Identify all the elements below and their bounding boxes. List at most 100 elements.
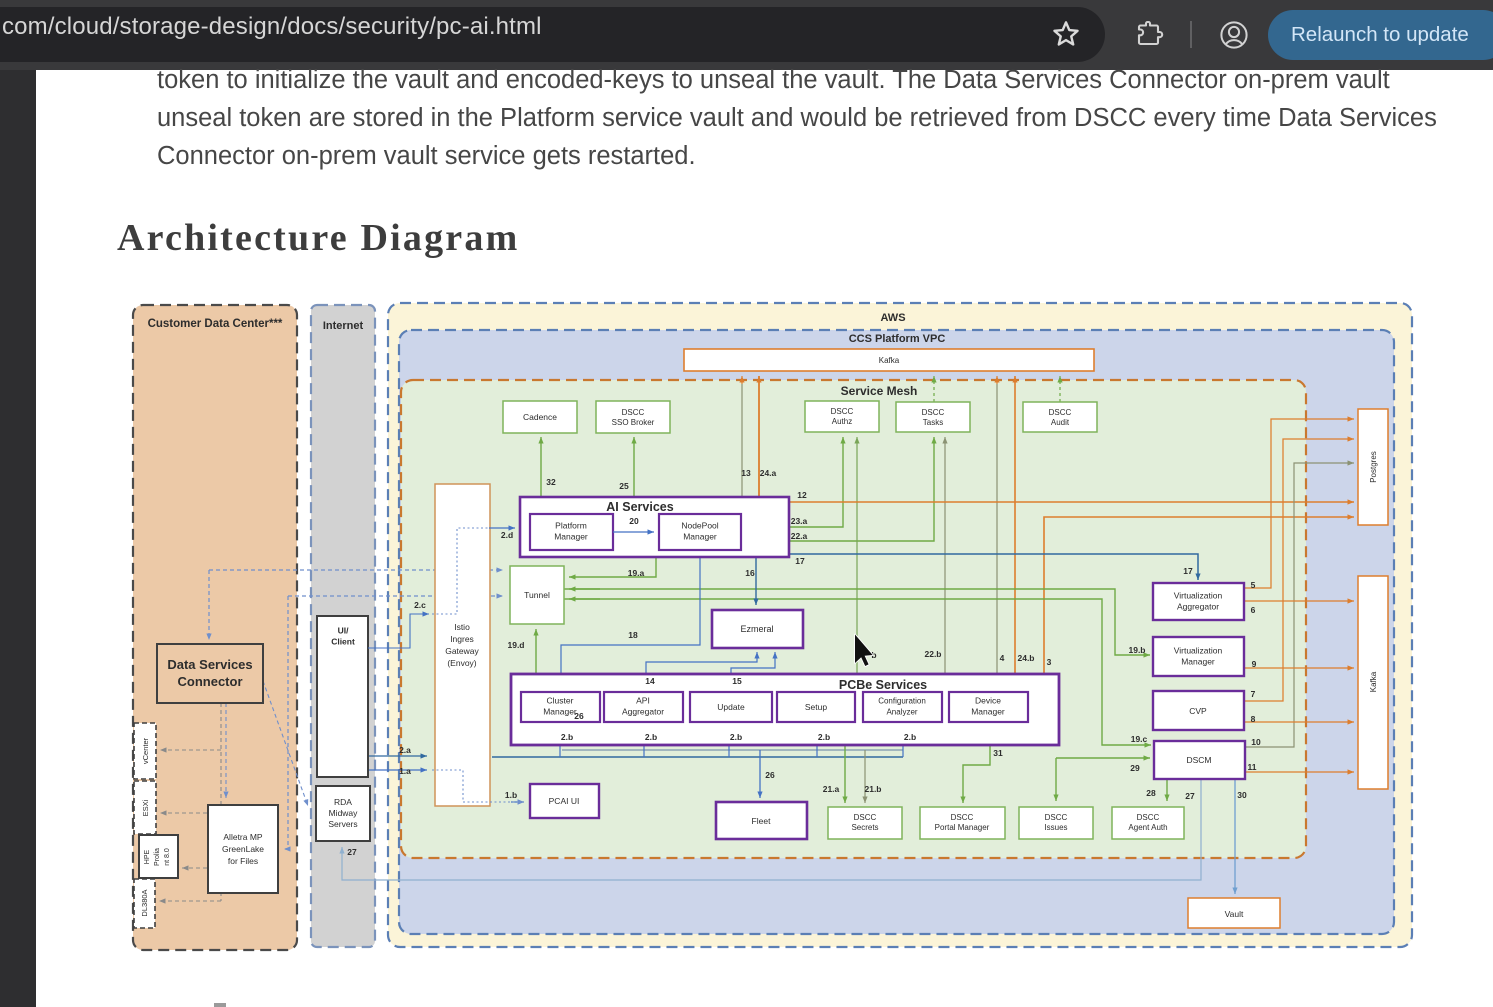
svg-text:RDA: RDA — [334, 797, 352, 807]
svg-text:CCS Platform VPC: CCS Platform VPC — [849, 333, 946, 345]
svg-text:Tunnel: Tunnel — [524, 590, 550, 600]
svg-text:Connector: Connector — [178, 674, 243, 689]
svg-text:Vault: Vault — [1225, 909, 1244, 919]
svg-text:12: 12 — [797, 490, 807, 500]
svg-text:DSCC: DSCC — [1137, 813, 1160, 822]
svg-text:AI Services: AI Services — [606, 500, 673, 514]
svg-text:Data Services: Data Services — [167, 657, 252, 672]
svg-text:7: 7 — [1251, 689, 1256, 699]
svg-text:PCBe Services: PCBe Services — [839, 678, 927, 692]
svg-text:13: 13 — [741, 468, 751, 478]
svg-text:Configuration: Configuration — [878, 696, 926, 705]
svg-text:30: 30 — [1237, 790, 1247, 800]
svg-text:23.a: 23.a — [791, 516, 808, 526]
svg-text:11: 11 — [1248, 762, 1257, 772]
svg-text:Istio: Istio — [454, 622, 470, 632]
svg-text:25: 25 — [619, 481, 629, 491]
svg-text:API: API — [636, 695, 650, 705]
svg-text:19.d: 19.d — [507, 640, 524, 650]
svg-text:Customer Data Center***: Customer Data Center*** — [148, 318, 283, 330]
svg-text:Virtualization: Virtualization — [1174, 590, 1223, 600]
svg-text:Update: Update — [717, 702, 745, 712]
svg-text:UI/: UI/ — [338, 625, 350, 635]
svg-text:3: 3 — [1047, 657, 1052, 667]
svg-text:6: 6 — [1251, 605, 1256, 615]
svg-text:Manager: Manager — [543, 706, 577, 716]
svg-text:19.a: 19.a — [628, 568, 645, 578]
svg-text:NodePool: NodePool — [681, 520, 718, 530]
svg-text:AWS: AWS — [880, 312, 905, 324]
svg-text:vCenter: vCenter — [141, 737, 150, 764]
svg-text:Service Mesh: Service Mesh — [841, 384, 918, 398]
svg-text:Manager: Manager — [683, 531, 717, 541]
svg-text:DL380A: DL380A — [140, 889, 149, 916]
svg-text:GreenLake: GreenLake — [222, 844, 264, 854]
svg-text:19.c: 19.c — [1131, 734, 1148, 744]
svg-text:24.b: 24.b — [1017, 653, 1034, 663]
svg-text:2.b: 2.b — [645, 732, 657, 742]
svg-text:2.d: 2.d — [501, 530, 513, 540]
svg-text:Kafka: Kafka — [879, 356, 900, 365]
svg-text:Tasks: Tasks — [923, 418, 943, 427]
svg-text:Aggregator: Aggregator — [1177, 601, 1219, 611]
svg-text:DSCC: DSCC — [951, 813, 974, 822]
svg-text:DSCC: DSCC — [831, 407, 854, 416]
svg-text:Virtualization: Virtualization — [1174, 645, 1223, 655]
svg-text:Cluster: Cluster — [547, 695, 574, 705]
svg-text:10: 10 — [1251, 737, 1261, 747]
svg-text:5: 5 — [1251, 580, 1256, 590]
svg-text:2.c: 2.c — [414, 600, 426, 610]
svg-text:DSCC: DSCC — [622, 408, 645, 417]
svg-text:Midway: Midway — [329, 808, 359, 818]
svg-text:29: 29 — [1130, 763, 1140, 773]
svg-text:26: 26 — [765, 770, 775, 780]
svg-text:2.b: 2.b — [561, 732, 573, 742]
svg-text:Client: Client — [331, 636, 355, 646]
svg-text:Platform: Platform — [555, 520, 587, 530]
svg-text:Issues: Issues — [1044, 823, 1067, 832]
svg-text:Manager: Manager — [971, 706, 1005, 716]
svg-text:22.a: 22.a — [791, 531, 808, 541]
svg-text:17: 17 — [795, 556, 805, 566]
svg-text:CVP: CVP — [1189, 706, 1207, 716]
svg-text:20: 20 — [629, 516, 639, 526]
svg-text:Setup: Setup — [805, 702, 827, 712]
svg-text:17: 17 — [1183, 566, 1193, 576]
svg-text:18: 18 — [628, 630, 638, 640]
svg-text:1.b: 1.b — [505, 790, 517, 800]
svg-text:Postgres: Postgres — [1369, 451, 1378, 483]
svg-text:31: 31 — [993, 748, 1003, 758]
svg-text:for Files: for Files — [228, 856, 258, 866]
svg-text:Kafka: Kafka — [1369, 671, 1378, 692]
svg-text:Agent Auth: Agent Auth — [1128, 823, 1167, 832]
svg-text:Cadence: Cadence — [523, 412, 557, 422]
svg-text:2.b: 2.b — [730, 732, 742, 742]
svg-text:Servers: Servers — [328, 819, 357, 829]
svg-text:Analyzer: Analyzer — [886, 707, 917, 716]
svg-text:16: 16 — [745, 568, 755, 578]
svg-text:Ingres: Ingres — [450, 634, 474, 644]
svg-text:14: 14 — [645, 676, 655, 686]
svg-text:HPE: HPE — [144, 849, 151, 864]
svg-text:DSCM: DSCM — [1186, 755, 1211, 765]
svg-text:32: 32 — [546, 477, 556, 487]
svg-text:1.a: 1.a — [399, 766, 411, 776]
svg-text:28: 28 — [1146, 788, 1156, 798]
svg-text:DSCC: DSCC — [922, 408, 945, 417]
svg-text:Authz: Authz — [832, 417, 852, 426]
svg-text:Internet: Internet — [323, 320, 364, 332]
svg-text:24.a: 24.a — [760, 468, 777, 478]
svg-text:15: 15 — [732, 676, 742, 686]
svg-text:DSCC: DSCC — [1045, 813, 1068, 822]
svg-text:2.b: 2.b — [904, 732, 916, 742]
svg-text:DSCC: DSCC — [854, 813, 877, 822]
svg-text:Ezmeral: Ezmeral — [740, 624, 773, 634]
svg-text:22.b: 22.b — [924, 649, 941, 659]
svg-text:27: 27 — [1185, 791, 1195, 801]
svg-text:ESXi: ESXi — [141, 799, 150, 816]
svg-text:PCAI UI: PCAI UI — [549, 796, 580, 806]
svg-text:Aggregator: Aggregator — [622, 706, 664, 716]
svg-text:SSO Broker: SSO Broker — [612, 418, 655, 427]
svg-text:Manager: Manager — [554, 531, 588, 541]
svg-text:(Envoy): (Envoy) — [447, 658, 476, 668]
